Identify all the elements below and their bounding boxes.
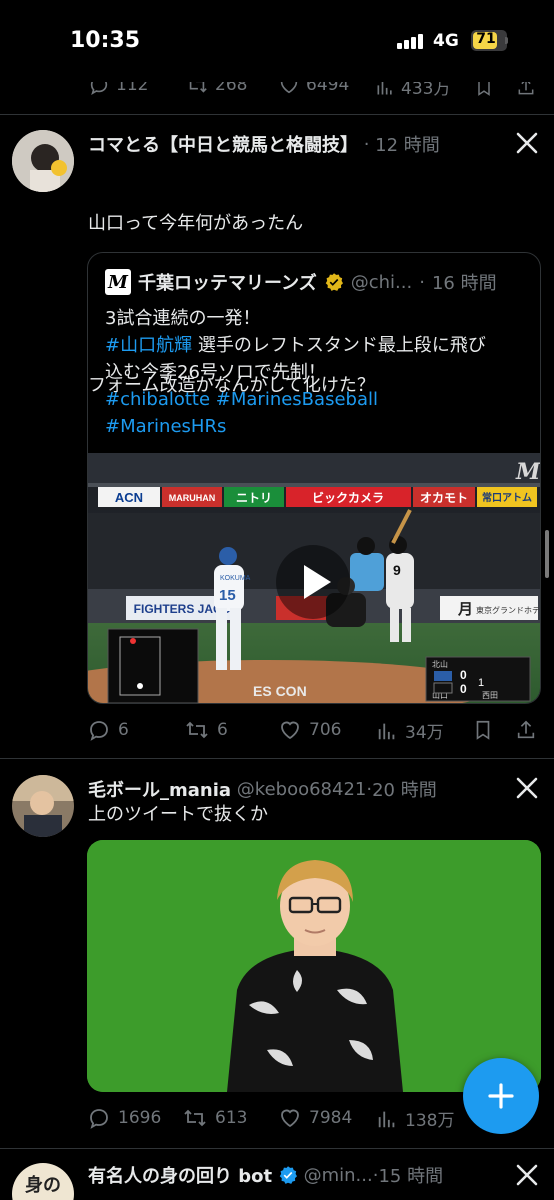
reply-icon [90,1109,108,1129]
plus-icon [488,1083,514,1109]
hashtag-link[interactable]: #MarinesHRs [105,416,226,437]
reply-icon [90,721,108,741]
battery-icon: 71 [471,30,507,51]
svg-text:KOKUMA: KOKUMA [220,575,251,582]
play-icon[interactable] [274,543,352,621]
divider [0,1148,554,1149]
quote-header: M 千葉ロッテマリーンズ @chi... · 16 時間 [105,269,497,295]
views-icon [378,1111,395,1127]
divider [0,758,554,759]
svg-text:常口アトム: 常口アトム [482,491,532,504]
views-button[interactable]: 34万 [376,718,444,743]
share-icon[interactable] [515,718,537,742]
reply-count: 1696 [118,1108,162,1128]
network-type: 4G [433,31,459,51]
reply-button[interactable]: 1696 [87,1106,161,1130]
views-count: 138万 [405,1111,455,1131]
quote-text: 3試合連続の一発！ #山口航輝 選手のレフトスタンド最上段に飛び 込む今季26号… [105,308,486,437]
like-button[interactable]: 706 [278,718,341,742]
status-bar: 10:35 4G 71 [0,0,554,82]
tweet-text-line: 山口って今年何があったん [88,213,304,234]
verified-badge-icon [279,1166,297,1184]
avatar-image [12,130,74,192]
video-player[interactable]: ACN MARUHAN ニトリ ビックカメラ オカモト 常口アトム FIGHTE… [88,453,541,703]
x-logo-icon[interactable] [515,131,539,155]
compose-tweet-button[interactable] [463,1058,539,1134]
status-time: 10:35 [70,28,141,53]
svg-text:北山: 北山 [432,659,448,669]
reply-count: 6 [118,720,129,740]
tweet-actions: 6 6 706 34万 [87,714,541,744]
views-button[interactable]: 138万 [376,1106,454,1131]
like-count: 706 [309,720,342,740]
avatar[interactable]: 身の [12,1163,74,1200]
tweet-header: コマとる【中日と競馬と格闘技】 · 12 時間 [88,131,440,157]
svg-text:月: 月 [457,600,473,618]
author-handle[interactable]: @min... [304,1165,373,1186]
retweet-icon [184,1109,206,1127]
quote-time: 16 時間 [431,273,497,294]
divider [0,114,554,115]
author-name[interactable]: コマとる【中日と競馬と格闘技】 [88,131,358,157]
tweet-time[interactable]: 12 時間 [375,131,440,157]
tweet-header: 毛ボール_mania @keboo68421 · 20 時間 [88,776,437,802]
x-logo-icon[interactable] [515,1163,539,1187]
svg-text:ES CON: ES CON [253,683,307,699]
views-icon [378,723,395,739]
quote-handle: @chi... [350,271,413,293]
hashtag-link[interactable]: #chibalotte [105,389,210,410]
svg-text:東京グランドホテル: 東京グランドホテル [476,605,541,615]
svg-text:9: 9 [393,562,401,578]
heart-icon [281,721,299,740]
avatar[interactable] [12,130,74,192]
avatar-text: 身の [25,1175,61,1196]
marines-logo: M [105,269,131,295]
tweet-time[interactable]: 20 時間 [372,776,437,802]
avatar[interactable] [12,775,74,837]
author-name[interactable]: 有名人の身の回り bot [88,1162,272,1188]
tweet-time[interactable]: 15 時間 [378,1162,443,1188]
avatar-image [12,775,74,837]
hashtag-link[interactable]: #MarinesBaseball [216,389,378,410]
tweet-image[interactable] [87,840,541,1092]
reply-button[interactable]: 6 [87,718,129,742]
verified-badge-icon [325,273,343,291]
svg-text:0: 0 [460,668,467,682]
signal-strength-icon [397,33,425,49]
svg-text:1: 1 [478,677,484,689]
tweet-header: 有名人の身の回り bot @min... · 15 時間 [88,1162,443,1188]
retweet-icon [186,721,208,739]
retweet-count: 613 [215,1108,248,1128]
retweet-button[interactable]: 6 [184,718,228,742]
like-button[interactable]: 7984 [278,1106,352,1130]
svg-text:ニトリ: ニトリ [236,491,272,505]
battery-level: 71 [476,31,496,47]
svg-text:0: 0 [460,682,467,696]
svg-text:西田: 西田 [482,691,498,700]
author-name[interactable]: 毛ボール_mania [88,776,231,802]
scrollbar-thumb[interactable] [545,530,549,578]
author-handle[interactable]: @keboo68421 [237,779,367,800]
svg-text:オカモト: オカモト [420,491,468,505]
quote-author-name: 千葉ロッテマリーンズ [138,273,317,294]
greenscreen-person-image [87,840,541,1092]
quoted-tweet[interactable]: M 千葉ロッテマリーンズ @chi... · 16 時間 3試合連続の一発！ #… [87,252,541,704]
x-logo-icon[interactable] [515,776,539,800]
svg-text:ACN: ACN [115,490,143,505]
svg-text:ビックカメラ: ビックカメラ [312,490,384,505]
heart-icon [281,1109,299,1128]
retweet-button[interactable]: 613 [182,1106,247,1130]
retweet-count: 6 [217,720,228,740]
like-count: 7984 [309,1108,353,1128]
bookmark-icon[interactable] [472,718,494,742]
hashtag-link[interactable]: #山口航輝 [105,335,192,356]
svg-text:15: 15 [219,587,236,604]
tweet-text: 上のツイートで抜くか [88,804,268,825]
svg-text:M: M [515,459,541,485]
svg-text:MARUHAN: MARUHAN [169,493,216,503]
views-count: 34万 [405,723,444,743]
